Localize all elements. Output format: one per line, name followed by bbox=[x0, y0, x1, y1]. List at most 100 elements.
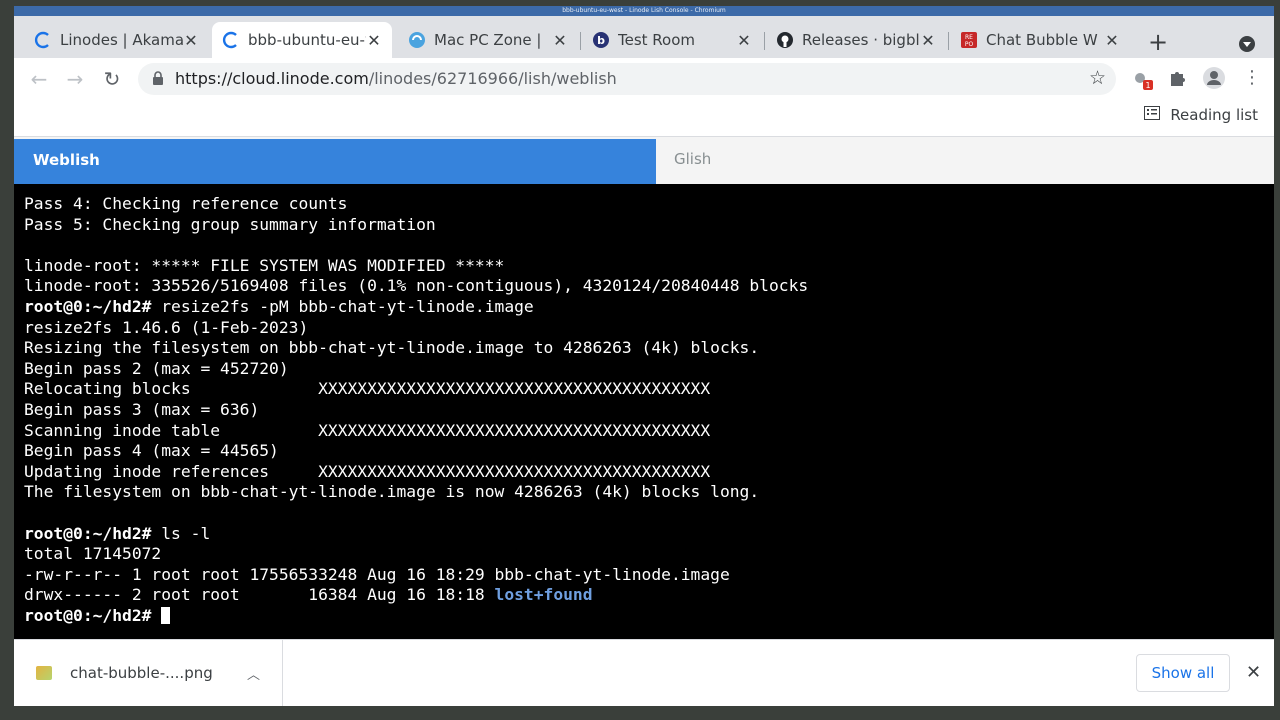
reading-list-button[interactable]: Reading list bbox=[1144, 106, 1258, 124]
tab-test-room[interactable]: b Test Room ✕ bbox=[582, 22, 762, 58]
close-icon[interactable]: ✕ bbox=[183, 31, 199, 50]
terminal-text: Pass 4: Checking reference counts bbox=[24, 194, 348, 213]
terminal-text: Begin pass 4 (max = 44565) bbox=[24, 441, 279, 461]
terminal-line: Relocating blocks XXXXXXXXXXXXXXXXXXXXXX… bbox=[24, 379, 808, 400]
bookmark-star-icon[interactable]: ☆ bbox=[1089, 67, 1106, 89]
forward-arrow-icon[interactable]: → bbox=[63, 67, 87, 91]
terminal-cursor bbox=[161, 606, 171, 624]
reload-icon[interactable]: ↻ bbox=[100, 67, 124, 91]
image-file-icon bbox=[36, 666, 52, 680]
terminal-text: drwx------ 2 root root 16384 Aug 16 18:1… bbox=[24, 585, 495, 605]
tab-weblish[interactable]: Weblish bbox=[14, 139, 656, 184]
macpczone-icon bbox=[408, 31, 426, 49]
bookmarks-bar: Reading list bbox=[14, 100, 1274, 137]
github-icon bbox=[776, 31, 794, 49]
terminal-line: linode-root: 335526/5169408 files (0.1% … bbox=[24, 276, 808, 297]
terminal-text: -rw-r--r-- 1 root root 17556533248 Aug 1… bbox=[24, 564, 730, 584]
more-menu-icon[interactable]: ⋮ bbox=[1243, 67, 1261, 88]
terminal[interactable]: Pass 4: Checking reference counts Pass 5:… bbox=[14, 184, 1274, 639]
profile-avatar-icon[interactable] bbox=[1202, 66, 1226, 94]
shell-prompt: root@0:~/hd2# bbox=[24, 605, 152, 625]
tab-separator bbox=[764, 32, 765, 50]
terminal-line: Resizing the filesystem on bbb-chat-yt-l… bbox=[24, 338, 808, 359]
tab-separator bbox=[948, 32, 949, 50]
terminal-text: resize2fs 1.46.6 (1-Feb-2023) bbox=[24, 317, 309, 337]
terminal-line: linode-root: ***** FILE SYSTEM WAS MODIF… bbox=[24, 256, 808, 277]
terminal-line: root@0:~/hd2# resize2fs -pM bbb-chat-yt-… bbox=[24, 297, 808, 318]
close-icon[interactable]: ✕ bbox=[1104, 31, 1120, 50]
url-text: https://cloud.linode.com/linodes/6271696… bbox=[175, 69, 617, 88]
directory-name: lost+found bbox=[494, 585, 593, 605]
terminal-line: resize2fs 1.46.6 (1-Feb-2023) bbox=[24, 318, 808, 339]
terminal-line: root@0:~/hd2# ls -l bbox=[24, 524, 808, 545]
terminal-text: total 17145072 bbox=[24, 544, 162, 564]
extension-badge: 1 bbox=[1145, 81, 1150, 90]
terminal-line: total 17145072 bbox=[24, 544, 808, 565]
close-icon[interactable]: ✕ bbox=[736, 31, 752, 50]
chevron-up-icon[interactable]: ︿ bbox=[247, 664, 260, 683]
extension-icon[interactable]: 1 bbox=[1132, 69, 1154, 95]
terminal-line: -rw-r--r-- 1 root root 17556533248 Aug 1… bbox=[24, 565, 808, 586]
terminal-text: Begin pass 2 (max = 452720) bbox=[24, 358, 289, 378]
terminal-line: Begin pass 4 (max = 44565) bbox=[24, 441, 808, 462]
download-item[interactable]: chat-bubble-....png ︿ bbox=[14, 640, 283, 706]
terminal-text: Resizing the filesystem on bbb-chat-yt-l… bbox=[24, 338, 760, 358]
url-path: /linodes/62716966/lish/weblish bbox=[368, 69, 617, 88]
terminal-line: drwx------ 2 root root 16384 Aug 16 18:1… bbox=[24, 585, 808, 606]
terminal-text: resize2fs -pM bbb-chat-yt-linode.image bbox=[151, 296, 534, 316]
close-icon[interactable]: ✕ bbox=[552, 31, 568, 50]
svg-text:b: b bbox=[597, 34, 605, 47]
reading-list-icon bbox=[1144, 106, 1161, 124]
svg-text:RE: RE bbox=[965, 34, 973, 41]
new-tab-plus-icon[interactable]: + bbox=[1148, 30, 1168, 54]
tab-glish[interactable]: Glish bbox=[656, 139, 1274, 184]
download-shelf: chat-bubble-....png ︿ Show all ✕ bbox=[14, 639, 1274, 706]
tab-title: Chat Bubble W bbox=[986, 31, 1098, 49]
tab-chat-bubble[interactable]: RE PO Chat Bubble W ✕ bbox=[950, 22, 1130, 58]
terminal-text: Relocating blocks XXXXXXXXXXXXXXXXXXXXXX… bbox=[24, 379, 711, 399]
terminal-line: Begin pass 3 (max = 636) bbox=[24, 400, 808, 421]
terminal-line: The filesystem on bbb-chat-yt-linode.ima… bbox=[24, 482, 808, 503]
show-all-button[interactable]: Show all bbox=[1136, 654, 1230, 692]
terminal-text: Begin pass 3 (max = 636) bbox=[24, 399, 260, 419]
terminal-output: Pass 4: Checking reference counts Pass 5:… bbox=[24, 194, 808, 626]
terminal-line: Pass 4: Checking reference counts bbox=[24, 194, 808, 215]
terminal-line: Updating inode references XXXXXXXXXXXXXX… bbox=[24, 462, 808, 483]
tab-linodes[interactable]: Linodes | Akamai ✕ bbox=[24, 22, 209, 58]
bigbluebutton-icon: b bbox=[592, 31, 610, 49]
terminal-text: The filesystem on bbb-chat-yt-linode.ima… bbox=[24, 482, 760, 502]
linode-icon bbox=[222, 31, 240, 49]
close-icon[interactable]: ✕ bbox=[920, 31, 936, 50]
tab-title: bbb-ubuntu-eu-west bbox=[248, 31, 366, 49]
shell-prompt: root@0:~/hd2# bbox=[24, 523, 152, 543]
address-bar[interactable]: https://cloud.linode.com/linodes/6271696… bbox=[138, 63, 1116, 95]
window-titlebar: bbb-ubuntu-eu-west - Linode Lish Console… bbox=[14, 6, 1274, 16]
tab-separator bbox=[580, 32, 581, 50]
browser-window: bbb-ubuntu-eu-west - Linode Lish Console… bbox=[14, 6, 1274, 706]
tab-mac-pc-zone[interactable]: Mac PC Zone | ✕ bbox=[398, 22, 578, 58]
linode-icon bbox=[34, 31, 52, 49]
shell-prompt: root@0:~/hd2# bbox=[24, 296, 152, 316]
lish-tab-bar: Weblish Glish bbox=[14, 137, 1274, 184]
back-arrow-icon[interactable]: ← bbox=[27, 67, 51, 91]
download-file-name: chat-bubble-....png bbox=[70, 664, 213, 682]
puzzle-extensions-icon[interactable] bbox=[1168, 69, 1186, 91]
tab-bbb-ubuntu[interactable]: bbb-ubuntu-eu-west ✕ bbox=[212, 22, 392, 58]
tab-title: Linodes | Akamai bbox=[60, 31, 183, 49]
tab-title: Releases · bigbluebutton bbox=[802, 31, 920, 49]
tab-releases[interactable]: Releases · bigbluebutton ✕ bbox=[766, 22, 946, 58]
tab-search-icon[interactable] bbox=[1239, 36, 1255, 52]
close-icon[interactable]: ✕ bbox=[1246, 662, 1261, 683]
lock-icon bbox=[152, 71, 164, 90]
terminal-text: Updating inode references XXXXXXXXXXXXXX… bbox=[24, 461, 711, 481]
terminal-text: Pass 5: Checking group summary informati… bbox=[24, 214, 436, 234]
tab-title: Mac PC Zone | bbox=[434, 31, 542, 49]
tab-title: Test Room bbox=[618, 31, 696, 49]
repo-icon: RE PO bbox=[960, 31, 978, 49]
terminal-text: Scanning inode table XXXXXXXXXXXXXXXXXXX… bbox=[24, 420, 711, 440]
close-icon[interactable]: ✕ bbox=[366, 31, 382, 50]
terminal-line: Scanning inode table XXXXXXXXXXXXXXXXXXX… bbox=[24, 421, 808, 442]
